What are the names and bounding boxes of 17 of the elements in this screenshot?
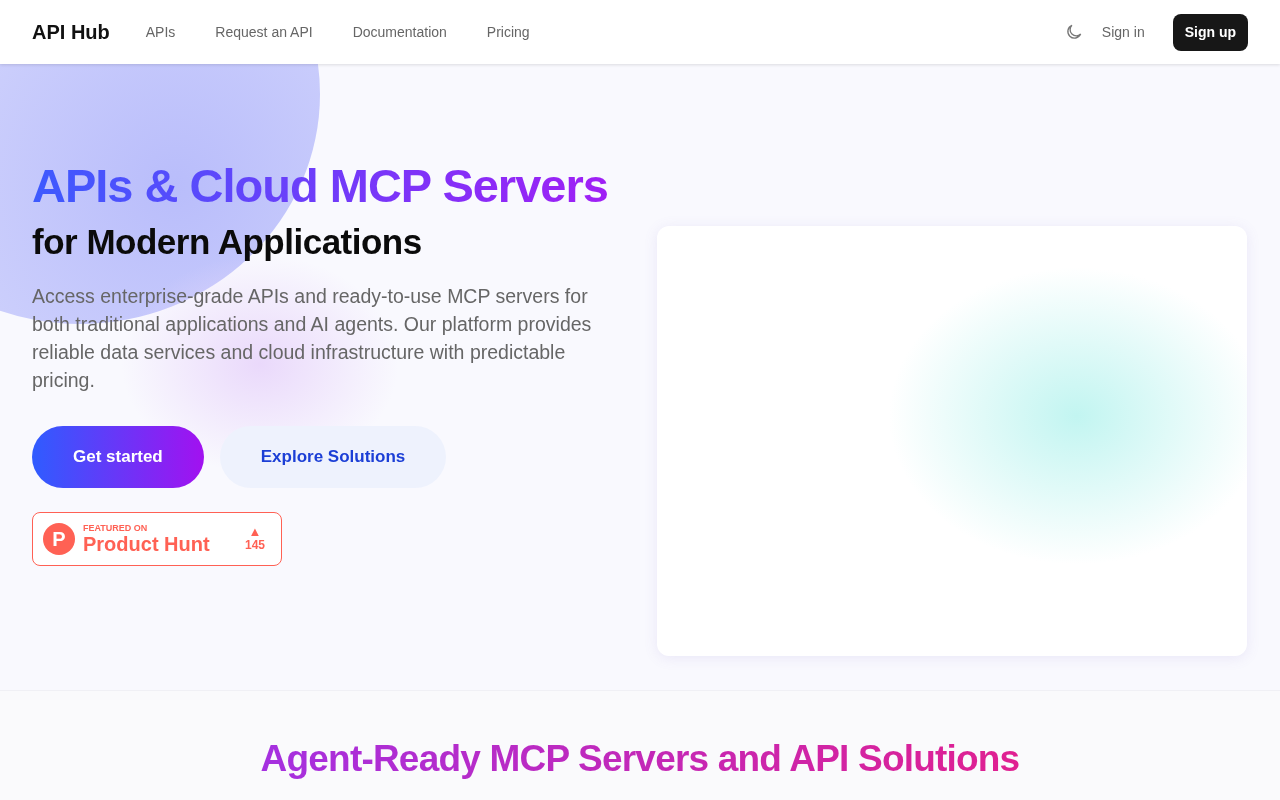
upvote-arrow: ▲: [248, 525, 262, 539]
hero-subtitle: for Modern Applications: [32, 220, 423, 263]
vote-count: 145: [244, 538, 265, 553]
nav-link[interactable]: Request an API: [215, 21, 313, 43]
featured-label: FEATURED ON: [83, 523, 149, 533]
product-hunt-badge[interactable]: P FEATURED ON Product Hunt ▲ 145: [32, 512, 282, 567]
hero-description: Access enterprise-grade APIs and ready-to-use MCP servers for both traditional applications and AI agents. Our platform provides reliable data services and cloud infrastructure with predictable pricing.: [32, 284, 593, 394]
explore-button[interactable]: Explore Solutions: [219, 426, 447, 489]
product-hunt-name: Product Hunt: [83, 532, 210, 555]
brand-logo[interactable]: API Hub: [32, 17, 110, 47]
sign-in-link[interactable]: Sign in: [1101, 21, 1145, 43]
product-hunt-logo: P: [43, 523, 75, 556]
nav-link[interactable]: APIs: [145, 21, 176, 43]
get-started-button[interactable]: Get started: [32, 426, 204, 489]
sign-up-button[interactable]: Sign up: [1172, 13, 1248, 51]
nav-link[interactable]: Documentation: [352, 21, 447, 43]
nav-link[interactable]: Pricing: [486, 21, 530, 43]
